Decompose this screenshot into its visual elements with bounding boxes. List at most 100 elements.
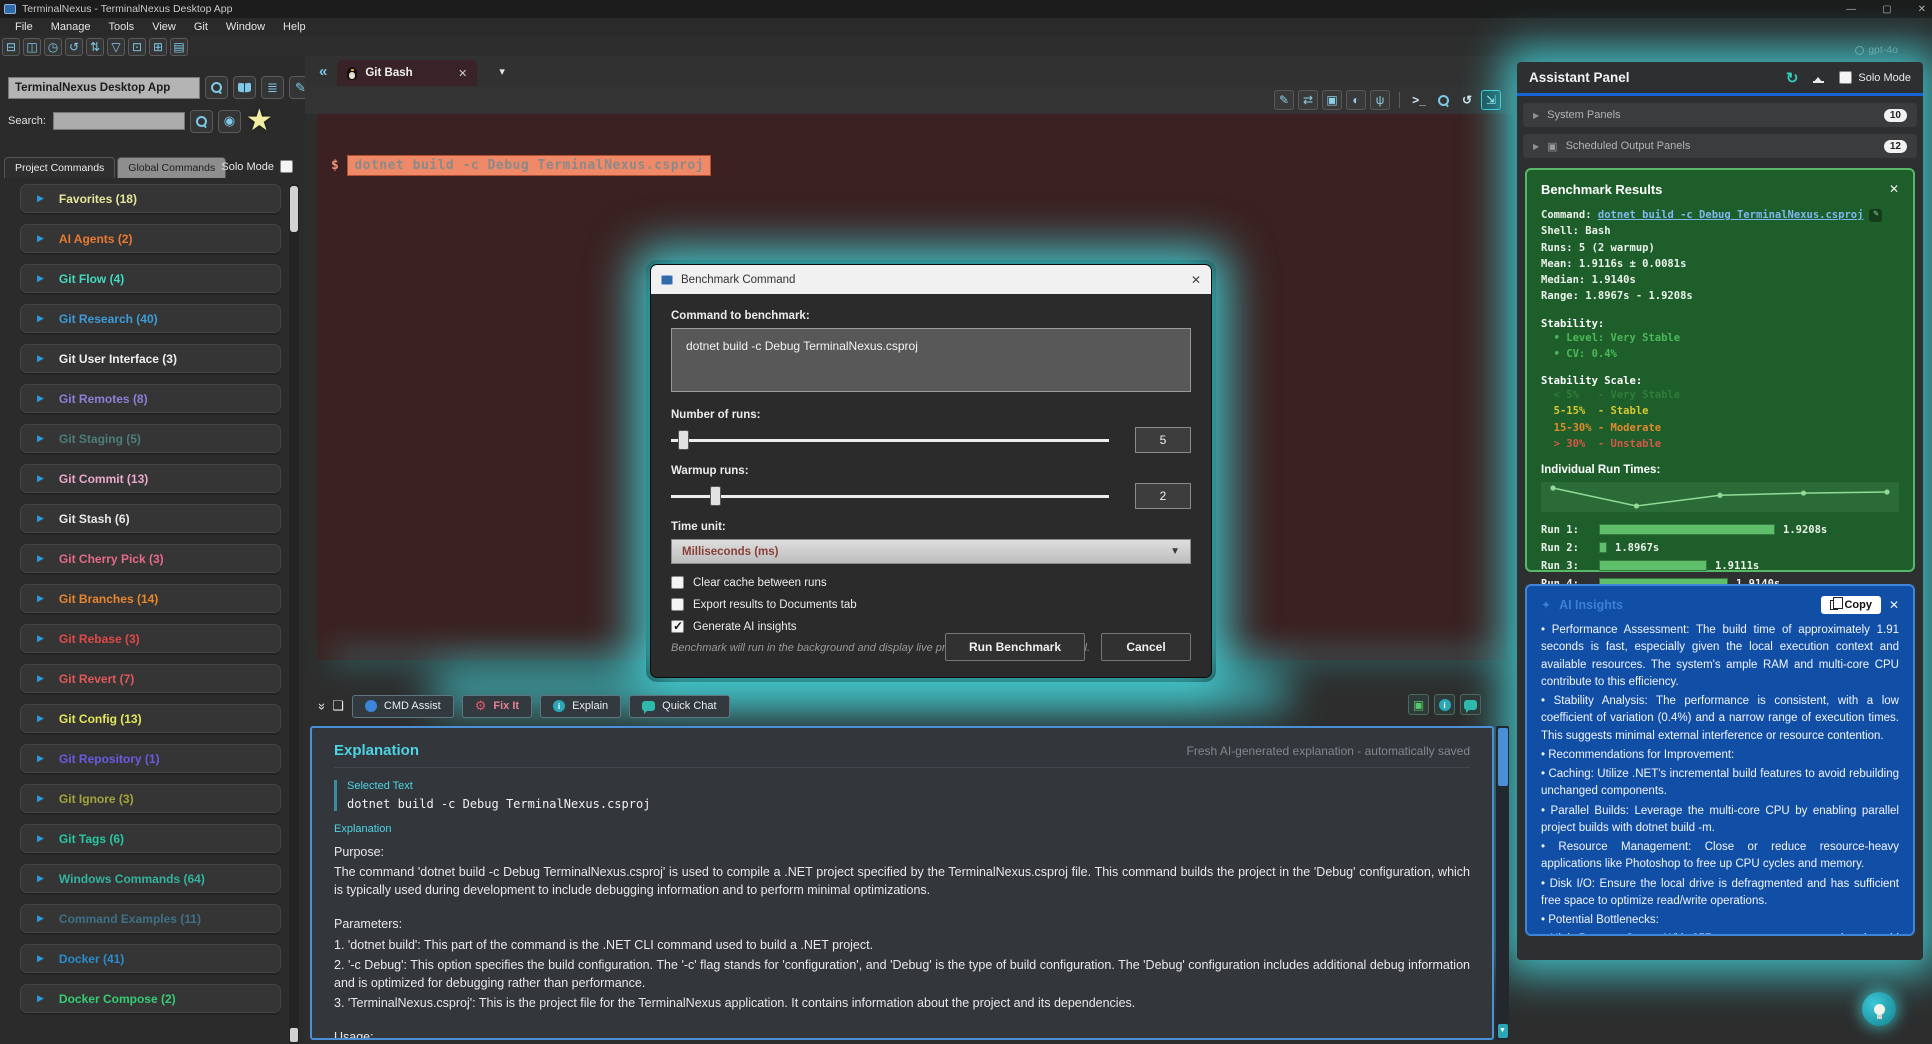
refresh-icon[interactable]: ↻ (1786, 69, 1799, 87)
minimize-button[interactable]: — (1846, 4, 1856, 15)
close-button[interactable]: ✕ (1918, 4, 1926, 15)
quick-chat-button[interactable]: Quick Chat (629, 695, 729, 718)
clock-icon[interactable]: ◷ (44, 38, 62, 56)
solo-mode-checkbox[interactable] (280, 160, 293, 173)
terminal-tab-git-bash[interactable]: Git Bash ✕ (337, 60, 477, 86)
command-category[interactable]: ▶ Git Staging (5) (20, 424, 281, 453)
maximize-button[interactable]: ▢ (1882, 4, 1891, 15)
target-button[interactable]: ◉ (218, 110, 241, 133)
runs-slider[interactable] (671, 429, 1109, 451)
menu-item[interactable]: Tools (100, 21, 144, 33)
robot-icon[interactable]: ▣ (1322, 90, 1342, 110)
history-icon[interactable]: ↺ (65, 38, 83, 56)
expand-terminal-icon[interactable]: ⇲ (1481, 90, 1501, 110)
command-category[interactable]: ▶ Windows Commands (64) (20, 864, 281, 893)
windows-icon[interactable]: ⊞ (149, 38, 167, 56)
dialog-checkbox-row[interactable]: Export results to Documents tab (671, 598, 1191, 611)
menu-item[interactable]: View (143, 21, 185, 33)
benchmark-command-input[interactable]: dotnet build -c Debug TerminalNexus.cspr… (671, 328, 1191, 392)
scrollbar-down-arrow[interactable]: ▼ (1498, 1024, 1508, 1038)
warmup-slider[interactable] (671, 485, 1109, 507)
fullscreen-icon[interactable]: ⊡ (128, 38, 146, 56)
close-icon[interactable]: ✕ (1889, 182, 1899, 197)
tab-project-commands[interactable]: Project Commands (4, 157, 115, 178)
chat-button[interactable] (1460, 694, 1481, 715)
app-name-input[interactable] (8, 77, 200, 99)
highlighted-command[interactable]: dotnet build -c Debug TerminalNexus.cspr… (347, 155, 711, 176)
command-category[interactable]: ▶ Git Rebase (3) (20, 624, 281, 653)
sidebar-search-go-button[interactable] (190, 110, 213, 133)
runs-slider-thumb[interactable] (678, 430, 689, 450)
search-button[interactable] (205, 76, 228, 99)
command-category[interactable]: ▶ Git Config (13) (20, 704, 281, 733)
checkbox[interactable] (671, 598, 684, 611)
time-unit-dropdown[interactable]: Milliseconds (ms) ▼ (671, 539, 1191, 564)
split-view-icon[interactable]: ◫ (23, 38, 41, 56)
command-category[interactable]: ▶ Docker Compose (2) (20, 984, 281, 1013)
git-branch-icon[interactable]: ψ (1370, 90, 1390, 110)
scrollbar-thumb[interactable] (1498, 728, 1508, 786)
cmd-assist-button[interactable]: CMD Assist (352, 695, 454, 718)
command-category[interactable]: ▶ Favorites (18) (20, 184, 281, 213)
open-folder-icon[interactable]: ⊟ (2, 38, 20, 56)
checkbox[interactable] (671, 620, 684, 633)
hint-lightbulb-button[interactable] (1862, 992, 1896, 1026)
command-category[interactable]: ▶ Git Commit (13) (20, 464, 281, 493)
section-scheduled-output-panels[interactable]: ▶ ▣ Scheduled Output Panels 12 (1523, 134, 1917, 158)
command-category[interactable]: ▶ Git User Interface (3) (20, 344, 281, 373)
swap-arrows-icon[interactable]: ⇄ (1298, 90, 1318, 110)
command-category[interactable]: ▶ Git Revert (7) (20, 664, 281, 693)
command-category[interactable]: ▶ Git Flow (4) (20, 264, 281, 293)
tab-dropdown-icon[interactable]: ▾ (499, 65, 505, 78)
script-edit-icon[interactable]: ✎ (1274, 90, 1294, 110)
tab-global-commands[interactable]: Global Commands (117, 157, 226, 178)
edit-command-icon[interactable]: ✎ (1869, 209, 1882, 222)
warmup-slider-thumb[interactable] (710, 486, 721, 506)
scrollbar-thumb[interactable] (290, 186, 298, 232)
info-button[interactable]: i (1434, 694, 1455, 715)
sort-icon[interactable]: ⇅ (86, 38, 104, 56)
command-category[interactable]: ▶ Git Cherry Pick (3) (20, 544, 281, 573)
history-icon[interactable]: ↺ (1457, 90, 1477, 110)
command-category[interactable]: ▶ Git Ignore (3) (20, 784, 281, 813)
menu-item[interactable]: File (6, 21, 42, 33)
filter-icon[interactable]: ▽ (107, 38, 125, 56)
list-button[interactable]: ≣ (261, 76, 284, 99)
menu-item[interactable]: Help (274, 21, 315, 33)
fix-it-button[interactable]: ⚙ Fix It (462, 695, 532, 718)
command-category[interactable]: ▶ Git Research (40) (20, 304, 281, 333)
terminal-prompt-icon[interactable]: >_ (1409, 90, 1429, 110)
command-category[interactable]: ▶ Git Tags (6) (20, 824, 281, 853)
tab-close-icon[interactable]: ✕ (458, 67, 467, 80)
robot-assist-button[interactable]: ▣ (1408, 694, 1429, 715)
command-category[interactable]: ▶ Git Repository (1) (20, 744, 281, 773)
command-category[interactable]: ▶ Git Remotes (8) (20, 384, 281, 413)
menu-item[interactable]: Git (185, 21, 217, 33)
assistant-solo-mode-checkbox[interactable] (1839, 71, 1852, 84)
menu-item[interactable]: Manage (42, 21, 100, 33)
command-category[interactable]: ▶ AI Agents (2) (20, 224, 281, 253)
sidebar-scrollbar[interactable] (289, 184, 299, 1044)
section-system-panels[interactable]: ▶ System Panels 10 (1523, 103, 1917, 127)
command-category[interactable]: ▶ Git Stash (6) (20, 504, 281, 533)
favorites-star-icon[interactable]: ★ (246, 108, 273, 134)
menu-item[interactable]: Window (217, 21, 274, 33)
dialog-close-icon[interactable]: ✕ (1191, 273, 1201, 287)
docs-button[interactable] (233, 76, 256, 99)
run-benchmark-button[interactable]: Run Benchmark (945, 633, 1085, 661)
collapse-sidebar-icon[interactable]: « (319, 63, 327, 80)
explain-button[interactable]: i Explain (540, 695, 621, 718)
scrollbar-end[interactable] (290, 1028, 298, 1042)
collapse-panel-icon[interactable]: « (313, 702, 328, 709)
command-link[interactable]: dotnet build -c Debug TerminalNexus.cspr… (1598, 209, 1864, 221)
dialog-checkbox-row[interactable]: Clear cache between runs (671, 576, 1191, 589)
command-category[interactable]: ▶ Git Branches (14) (20, 584, 281, 613)
explanation-scrollbar[interactable]: ▼ (1496, 726, 1509, 1040)
eject-icon[interactable] (1812, 72, 1825, 83)
copy-button[interactable]: Copy (1821, 596, 1881, 614)
checkbox[interactable] (671, 576, 684, 589)
notebook-icon[interactable]: ▤ (170, 38, 188, 56)
brain-icon[interactable]: ◐ (1346, 90, 1366, 110)
search-terminal-icon[interactable] (1433, 90, 1453, 110)
sidebar-search-input[interactable] (53, 112, 185, 130)
